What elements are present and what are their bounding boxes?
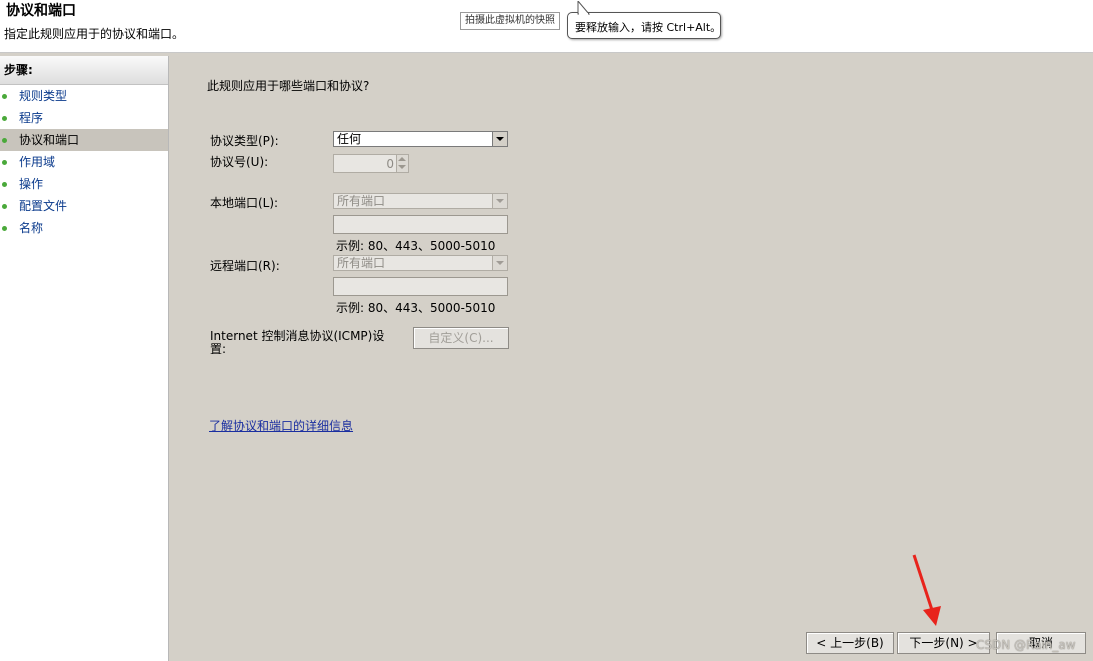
step-label: 协议和端口 [19, 133, 80, 147]
protocol-number-label: 协议号(U): [210, 155, 269, 169]
step-item-program[interactable]: 程序 [0, 107, 168, 129]
protocol-type-select[interactable]: 任何 [333, 131, 508, 147]
snapshot-tooltip: 拍摄此虚拟机的快照 [460, 12, 560, 30]
page-title: 协议和端口 [6, 3, 76, 19]
protocol-type-value: 任何 [337, 132, 362, 146]
step-bullet-icon [2, 94, 7, 99]
chevron-down-icon[interactable] [492, 194, 507, 208]
back-button[interactable]: < 上一步(B) [806, 632, 894, 654]
local-port-input[interactable] [333, 215, 508, 234]
page-subtitle: 指定此规则应用于的协议和端口。 [4, 27, 185, 41]
step-item-protocol-ports[interactable]: 协议和端口 [0, 129, 168, 151]
step-item-scope[interactable]: 作用域 [0, 151, 168, 173]
step-item-name[interactable]: 名称 [0, 217, 168, 239]
main-panel: 此规则应用于哪些端口和协议? 协议类型(P): 任何 协议号(U): 0 本地端… [170, 56, 1093, 661]
chevron-up-icon [398, 157, 406, 161]
protocol-number-stepper[interactable]: 0 [333, 154, 409, 173]
step-bullet-icon [2, 116, 7, 121]
chevron-down-icon[interactable] [492, 132, 507, 146]
step-label: 规则类型 [19, 89, 68, 103]
remote-port-label: 远程端口(R): [210, 259, 280, 273]
release-input-balloon: 要释放输入，请按 Ctrl+Alt。 [567, 1, 722, 39]
step-item-rule-type[interactable]: 规则类型 [0, 85, 168, 107]
steps-header: 步骤: [0, 56, 168, 85]
step-label: 名称 [19, 221, 44, 235]
remote-port-value: 所有端口 [337, 256, 386, 270]
step-list: 规则类型 程序 协议和端口 作用域 操作 配置文件 名称 [0, 85, 168, 239]
balloon-tail-icon [577, 1, 590, 15]
step-item-profile[interactable]: 配置文件 [0, 195, 168, 217]
step-bullet-icon [2, 182, 7, 187]
local-port-select[interactable]: 所有端口 [333, 193, 508, 209]
steps-sidebar: 步骤: 规则类型 程序 协议和端口 作用域 操作 配置文件 名称 [0, 56, 169, 661]
step-label: 操作 [19, 177, 44, 191]
step-label: 程序 [19, 111, 44, 125]
step-label: 配置文件 [19, 199, 68, 213]
step-bullet-icon [2, 204, 7, 209]
step-bullet-icon [2, 160, 7, 165]
step-item-action[interactable]: 操作 [0, 173, 168, 195]
protocol-type-label: 协议类型(P): [210, 134, 279, 148]
step-label: 作用域 [19, 155, 56, 169]
local-port-value: 所有端口 [337, 194, 386, 208]
remote-port-input[interactable] [333, 277, 508, 296]
csdn-watermark: CSDN @Rain_aw [976, 638, 1076, 652]
step-bullet-icon [2, 226, 7, 231]
remote-port-select[interactable]: 所有端口 [333, 255, 508, 271]
chevron-down-icon [398, 165, 406, 169]
local-port-label: 本地端口(L): [210, 196, 279, 210]
local-port-example: 示例: 80、443、5000-5010 [336, 239, 496, 253]
remote-port-example: 示例: 80、443、5000-5010 [336, 301, 496, 315]
icmp-label-line1: Internet 控制消息协议(ICMP)设 [210, 329, 385, 343]
step-bullet-icon [2, 138, 7, 143]
icmp-settings-label: Internet 控制消息协议(ICMP)设 置: [210, 330, 384, 356]
annotation-arrow-icon [912, 554, 941, 626]
customize-button[interactable]: 自定义(C)... [413, 327, 509, 349]
icmp-label-line2: 置: [210, 342, 227, 356]
chevron-down-icon[interactable] [492, 256, 507, 270]
stepper-buttons[interactable] [396, 155, 408, 172]
protocol-number-value: 0 [386, 157, 394, 171]
balloon-text: 要释放输入，请按 Ctrl+Alt。 [575, 21, 722, 34]
question-text: 此规则应用于哪些端口和协议? [207, 79, 370, 93]
learn-more-link[interactable]: 了解协议和端口的详细信息 [209, 417, 353, 434]
